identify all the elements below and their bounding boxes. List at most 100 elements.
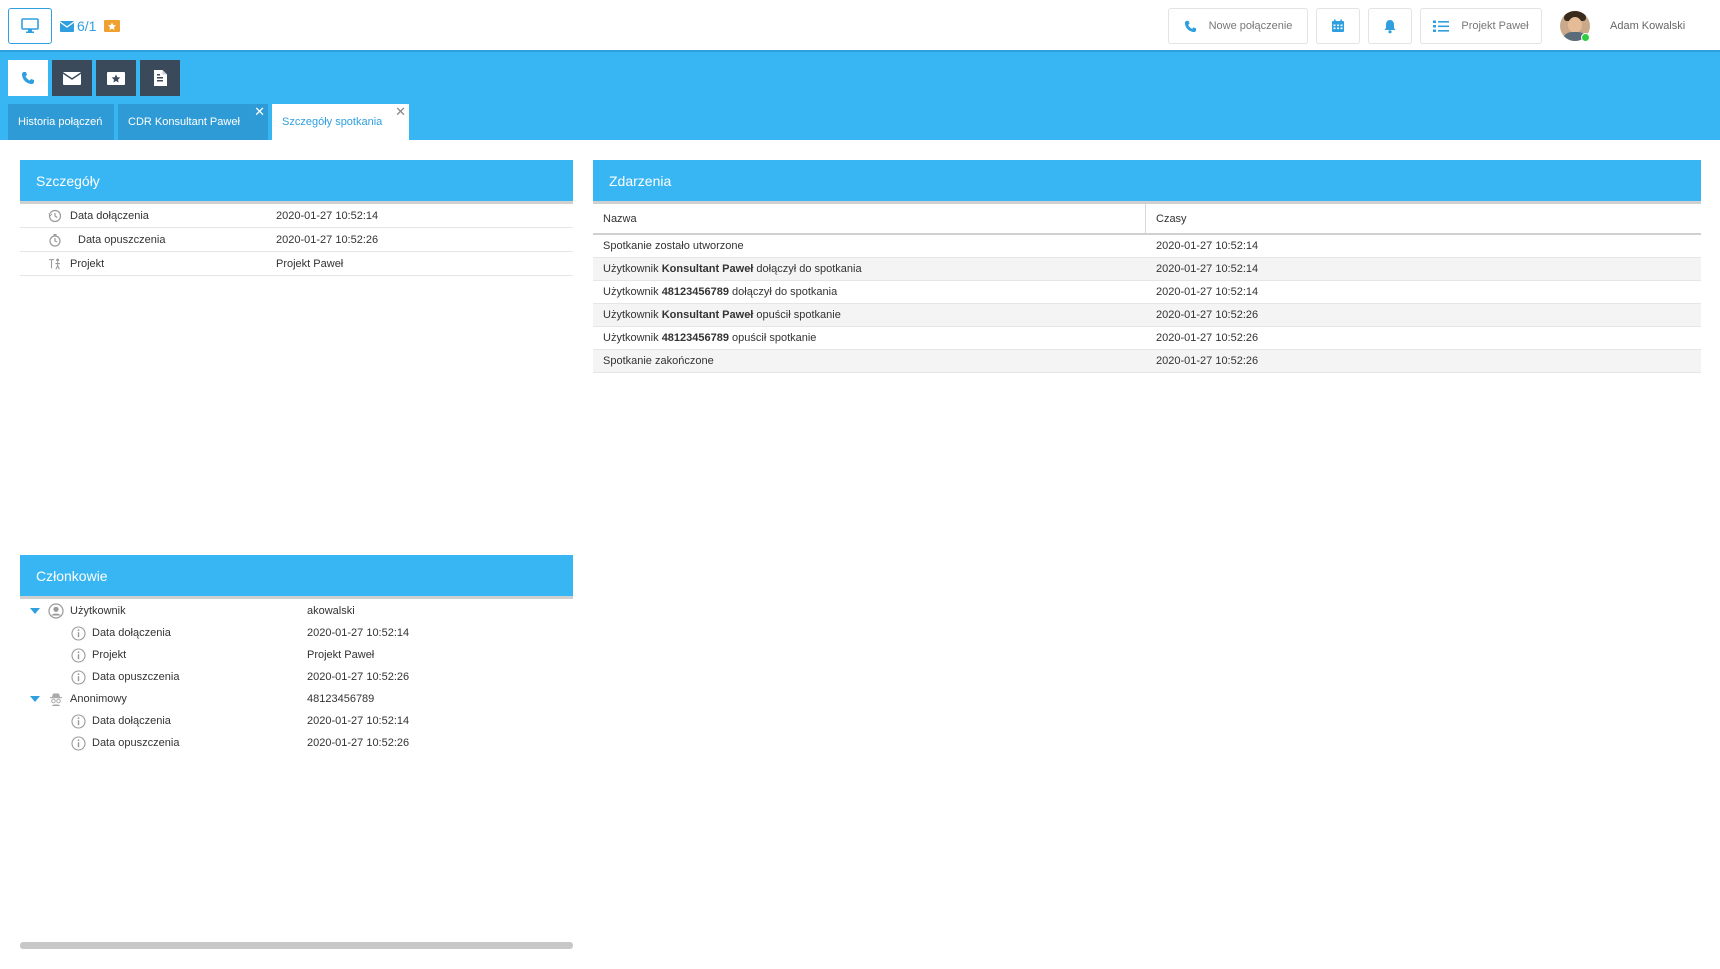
event-text: Użytkownik Konsultant Paweł opuścił spot… [603, 309, 841, 321]
event-text: Użytkownik Konsultant Paweł dołączył do … [603, 263, 862, 275]
info-icon [70, 647, 86, 663]
events-title: Zdarzenia [593, 160, 1701, 204]
details-label: Projekt [70, 257, 105, 270]
new-call-label: Nowe połączenie [1208, 20, 1293, 32]
event-time: 2020-01-27 10:52:14 [1156, 263, 1259, 275]
mode-calls-button[interactable] [8, 60, 48, 96]
column-header-name[interactable]: Nazwa [593, 204, 1146, 233]
event-time: 2020-01-27 10:52:26 [1156, 332, 1259, 344]
history-icon [48, 209, 62, 223]
tree-group-user[interactable]: Użytkownik akowalski [20, 600, 573, 622]
top-bar: 6/1 Nowe połączenie Projekt Paweł Adam K… [0, 0, 1720, 52]
member-label: Projekt [92, 649, 127, 661]
event-time: 2020-01-27 10:52:14 [1156, 286, 1259, 298]
document-icon [153, 70, 167, 86]
column-header-time[interactable]: Czasy [1146, 204, 1701, 233]
new-call-button[interactable]: Nowe połączenie [1168, 8, 1308, 44]
info-icon [70, 713, 86, 729]
tree-item: Data dołączenia 2020-01-27 10:52:14 [20, 622, 573, 644]
members-tree: Użytkownik akowalski Data dołączenia 202… [20, 599, 573, 754]
event-text: Spotkanie zostało utworzone [603, 240, 744, 252]
project-selector[interactable]: Projekt Paweł [1420, 8, 1542, 44]
monitor-icon [21, 18, 39, 33]
tree-item: Data dołączenia 2020-01-27 10:52:14 [20, 710, 573, 732]
table-row[interactable]: Spotkanie zakończone 2020-01-27 10:52:26 [593, 350, 1701, 373]
phone-icon [1184, 20, 1196, 32]
table-row[interactable]: Użytkownik 48123456789 opuścił spotkanie… [593, 327, 1701, 350]
mail-counter[interactable]: 6/1 [60, 18, 96, 34]
workspace-header: Historia połączeń CDR Konsultant Paweł ✕… [0, 52, 1720, 140]
close-tab-icon[interactable]: ✕ [395, 105, 406, 118]
details-value: 2020-01-27 10:52:14 [276, 209, 379, 222]
expand-caret-icon[interactable] [30, 696, 40, 702]
mode-mail-button[interactable] [52, 60, 92, 96]
event-time: 2020-01-27 10:52:26 [1156, 309, 1259, 321]
member-label: Użytkownik [70, 605, 126, 617]
tree-item: Data opuszczenia 2020-01-27 10:52:26 [20, 666, 573, 688]
ticket-icon[interactable] [104, 20, 121, 32]
tab-label: Historia połączeń [18, 116, 103, 128]
table-row[interactable]: Spotkanie zostało utworzone 2020-01-27 1… [593, 235, 1701, 258]
tab-call-history[interactable]: Historia połączeń [8, 104, 114, 140]
tab-label: Szczegóły spotkania [282, 116, 383, 128]
table-row[interactable]: Użytkownik Konsultant Paweł dołączył do … [593, 258, 1701, 281]
close-tab-icon[interactable]: ✕ [254, 105, 265, 118]
info-icon [70, 625, 86, 641]
member-value: 2020-01-27 10:52:26 [307, 671, 410, 683]
info-icon [70, 735, 86, 751]
user-circle-icon [48, 603, 64, 619]
event-text: Użytkownik 48123456789 opuścił spotkanie [603, 332, 817, 344]
anonymous-icon [48, 691, 64, 707]
mode-documents-button[interactable] [140, 60, 180, 96]
expand-caret-icon[interactable] [30, 608, 40, 614]
details-value: 2020-01-27 10:52:26 [276, 233, 379, 246]
member-value: akowalski [307, 605, 355, 617]
details-value: Projekt Paweł [276, 257, 344, 270]
details-label: Data opuszczenia [78, 233, 166, 246]
envelope-icon [63, 71, 81, 85]
user-menu[interactable]: Adam Kowalski [1560, 11, 1720, 42]
calendar-icon [1332, 19, 1344, 32]
ticket-icon [107, 71, 125, 85]
tree-group-anonymous[interactable]: Anonimowy 48123456789 [20, 688, 573, 710]
members-panel: Członkowie Użytkownik akowalski Data doł… [20, 555, 573, 754]
bell-icon [1384, 19, 1396, 33]
member-value: 2020-01-27 10:52:14 [307, 627, 410, 639]
table-row[interactable]: Użytkownik 48123456789 dołączył do spotk… [593, 281, 1701, 304]
event-time: 2020-01-27 10:52:26 [1156, 355, 1259, 367]
event-time: 2020-01-27 10:52:14 [1156, 240, 1259, 252]
envelope-icon [60, 20, 74, 32]
details-row: Data opuszczenia 2020-01-27 10:52:26 [20, 228, 573, 252]
details-row: Data dołączenia 2020-01-27 10:52:14 [20, 204, 573, 228]
member-value: 2020-01-27 10:52:14 [307, 715, 410, 727]
details-panel: Szczegóły Data dołączenia 2020-01-27 10:… [20, 160, 573, 276]
horizontal-scrollbar[interactable] [20, 942, 573, 949]
project-icon [48, 257, 62, 271]
member-value: 48123456789 [307, 693, 375, 705]
member-value: 2020-01-27 10:52:26 [307, 737, 410, 749]
tab-meeting-details[interactable]: Szczegóły spotkania ✕ [272, 104, 409, 140]
phone-icon [22, 72, 34, 84]
events-panel: Zdarzenia Nazwa Czasy Spotkanie zostało … [593, 160, 1701, 373]
project-label: Projekt Paweł [1461, 20, 1529, 32]
tab-bar: Historia połączeń CDR Konsultant Paweł ✕… [8, 104, 409, 140]
events-table-header: Nazwa Czasy [593, 204, 1701, 235]
event-text: Użytkownik 48123456789 dołączył do spotk… [603, 286, 838, 298]
timer-icon [48, 233, 62, 247]
mail-count: 6/1 [77, 18, 97, 34]
table-row[interactable]: Użytkownik Konsultant Paweł opuścił spot… [593, 304, 1701, 327]
events-table-body: Spotkanie zostało utworzone 2020-01-27 1… [593, 235, 1701, 373]
desktop-button[interactable] [8, 8, 52, 44]
tab-cdr-consultant[interactable]: CDR Konsultant Paweł ✕ [118, 104, 268, 140]
event-text: Spotkanie zakończone [603, 355, 714, 367]
details-row: Projekt Projekt Paweł [20, 252, 573, 276]
member-label: Data dołączenia [92, 715, 171, 727]
member-label: Data opuszczenia [92, 737, 180, 749]
user-name: Adam Kowalski [1610, 20, 1686, 32]
online-status-dot [1581, 33, 1590, 42]
notifications-button[interactable] [1368, 8, 1412, 44]
members-title: Członkowie [20, 555, 573, 599]
details-title: Szczegóły [20, 160, 573, 204]
calendar-button[interactable] [1316, 8, 1360, 44]
mode-tickets-button[interactable] [96, 60, 136, 96]
